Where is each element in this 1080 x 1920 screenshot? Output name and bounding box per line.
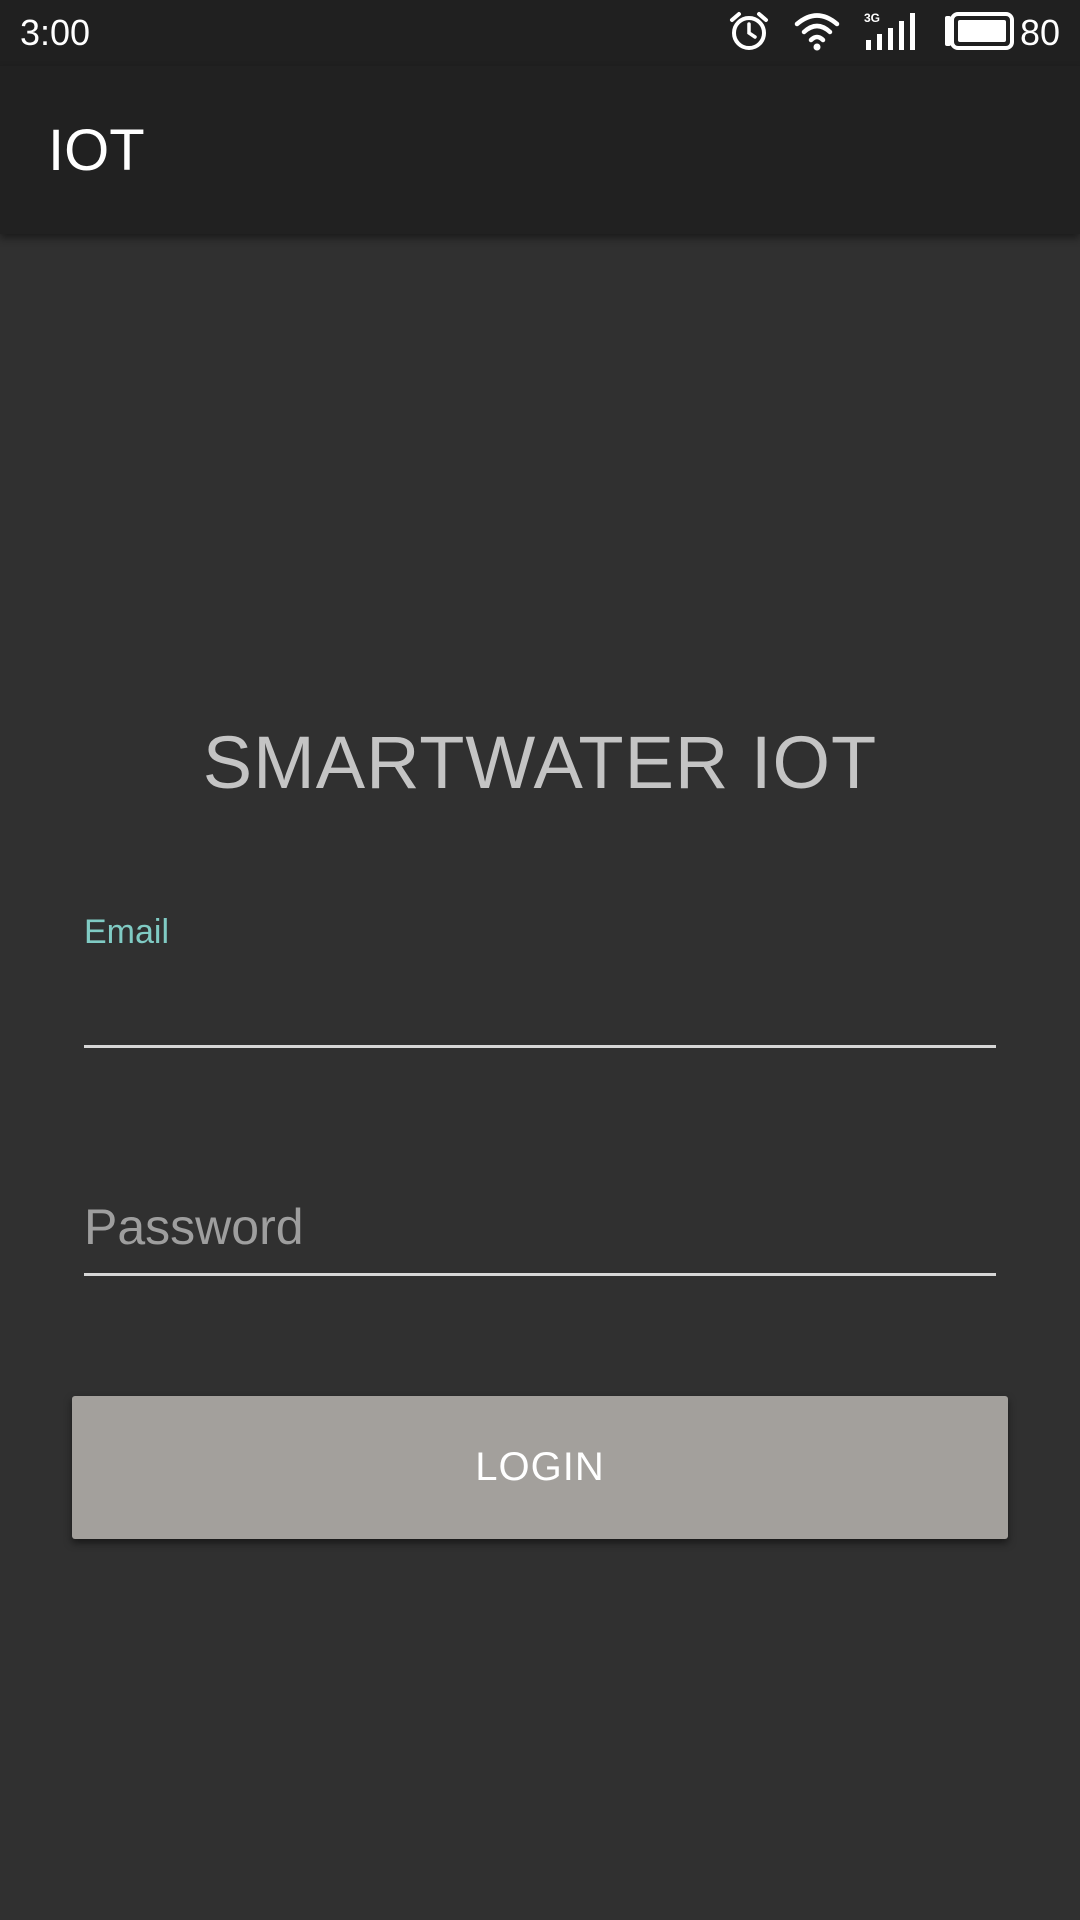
status-icons: 3G 80 [704,10,1060,56]
cellular-3g-icon: 3G [864,10,920,57]
status-time: 3:00 [20,12,91,53]
svg-text:3G: 3G [864,11,880,25]
status-bar: 3:00 3G 80 [0,0,1080,66]
app-title: IOT [48,118,145,183]
wifi-icon [794,11,840,56]
email-field: Email [84,912,996,1060]
login-button[interactable]: LOGIN [72,1396,1008,1539]
email-label: Email [84,913,170,951]
battery-level: 80 [1019,12,1060,53]
login-screen: 3:00 3G 80 IOT SMARTWATER IOT Email LOGI… [0,0,1080,1920]
brand-heading: SMARTWATER IOT [202,721,878,804]
battery-icon [944,11,1014,55]
app-bar: IOT [0,66,1080,234]
password-input[interactable] [84,1180,996,1276]
email-input[interactable] [84,964,996,1048]
password-field [84,1180,996,1276]
alarm-icon [728,10,770,57]
